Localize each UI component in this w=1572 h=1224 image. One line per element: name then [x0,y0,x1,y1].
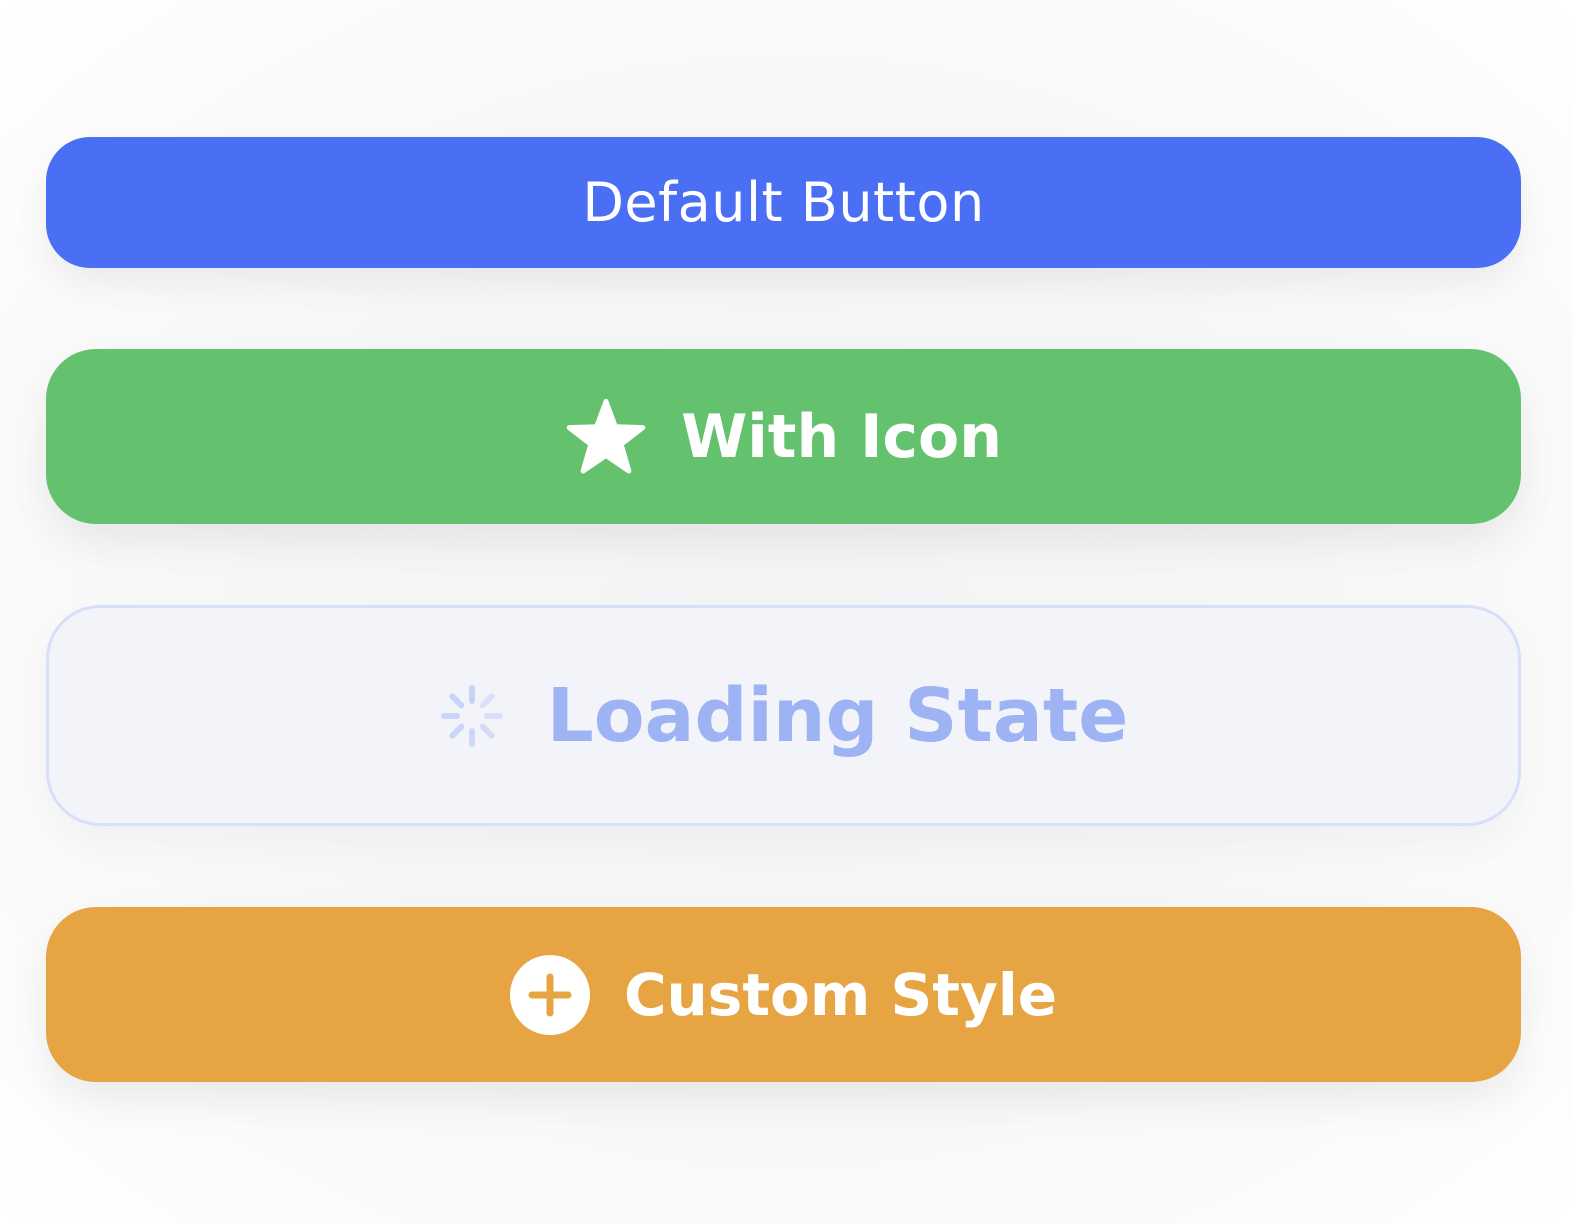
loading-state-button-label: Loading State [546,672,1129,759]
button-showcase: Default Button With Icon Loading State C… [0,0,1572,1224]
default-button-label: Default Button [582,171,985,234]
spinner-icon [439,683,505,749]
loading-state-button[interactable]: Loading State [46,605,1521,826]
default-button[interactable]: Default Button [46,137,1521,268]
with-icon-button-label: With Icon [681,401,1002,472]
custom-style-button-label: Custom Style [623,960,1058,1029]
with-icon-button[interactable]: With Icon [46,349,1521,524]
star-icon [565,398,647,476]
plus-circle-icon [509,954,590,1035]
custom-style-button[interactable]: Custom Style [46,907,1521,1082]
